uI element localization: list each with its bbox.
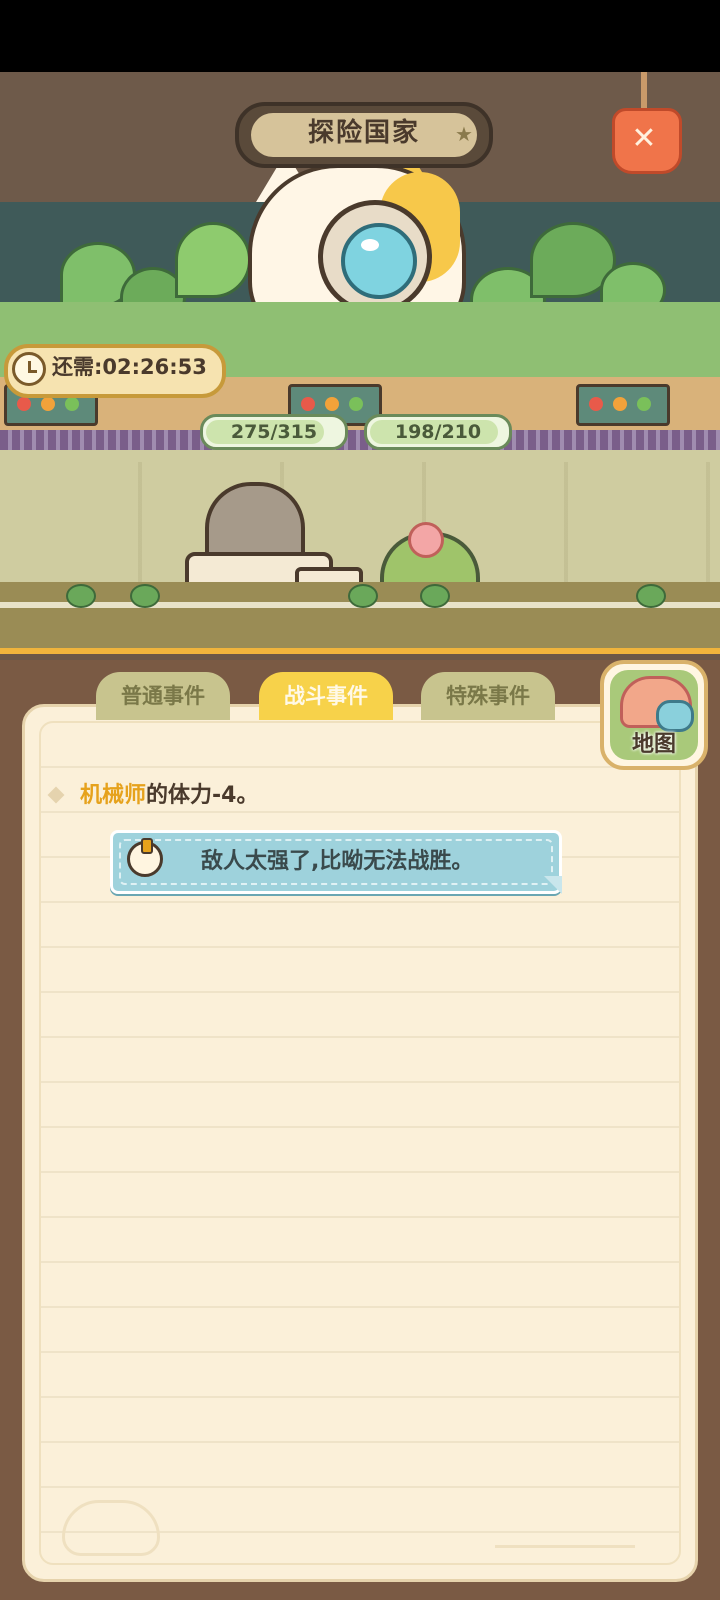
hp-text: 198/210 bbox=[394, 421, 482, 443]
bush bbox=[66, 584, 96, 608]
fence bbox=[0, 430, 720, 450]
tab-battle-events[interactable]: 战斗事件 bbox=[259, 672, 393, 720]
bush bbox=[348, 584, 378, 608]
result-message: 敌人太强了,比呦无法战胜。 bbox=[201, 849, 474, 874]
hp-bar-mechanic: 275/315 bbox=[200, 414, 348, 450]
bush bbox=[420, 584, 450, 608]
clover-decoration bbox=[175, 222, 251, 298]
diamond-bullet-icon bbox=[47, 786, 65, 804]
result-message-bubble: 敌人太强了,比呦无法战胜。 bbox=[110, 830, 562, 894]
scene-title: 探险国家 bbox=[251, 113, 477, 157]
countdown-timer: 还需:02:26:53 bbox=[4, 344, 226, 398]
tools-watermark-icon bbox=[495, 1505, 635, 1548]
timer-text: 还需:02:26:53 bbox=[52, 355, 207, 379]
cat-watermark-icon bbox=[62, 1500, 160, 1556]
magnifier-lens-icon bbox=[318, 200, 432, 314]
windup-toy-icon bbox=[127, 838, 163, 877]
tab-normal-events[interactable]: 普通事件 bbox=[96, 672, 230, 720]
star-icon: ★ bbox=[455, 122, 473, 146]
scene-border bbox=[0, 648, 720, 654]
clock-icon bbox=[12, 352, 46, 386]
map-icon: 地图 bbox=[610, 670, 698, 760]
tab-special-events[interactable]: 特殊事件 bbox=[421, 672, 555, 720]
hp-text: 275/315 bbox=[230, 421, 318, 443]
bush bbox=[130, 584, 160, 608]
close-icon: ✕ bbox=[631, 121, 657, 156]
status-bar bbox=[0, 0, 720, 72]
log-entry: 机械师的体力-4。 bbox=[47, 776, 650, 816]
vegetable-crate bbox=[576, 384, 670, 426]
log-entry-text: 的体力-4。 bbox=[146, 783, 259, 808]
close-button[interactable]: ✕ bbox=[612, 68, 682, 174]
flower-icon bbox=[408, 522, 444, 558]
title-plate: ★ 探险国家 ★ bbox=[235, 102, 493, 168]
bush bbox=[636, 584, 666, 608]
hp-bar-enemy: 198/210 bbox=[364, 414, 512, 450]
page-fold bbox=[544, 876, 562, 894]
map-button-label: 地图 bbox=[631, 732, 676, 757]
log-entry-name: 机械师的体力-4。 bbox=[80, 783, 259, 808]
map-button[interactable]: 地图 bbox=[600, 660, 708, 770]
